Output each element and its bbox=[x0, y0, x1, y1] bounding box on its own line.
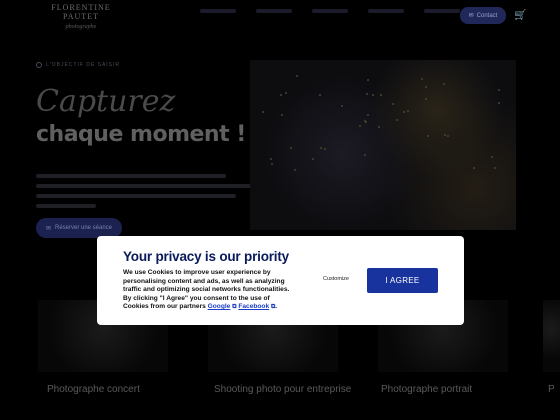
nav-item[interactable] bbox=[424, 9, 460, 13]
nav-item[interactable] bbox=[312, 9, 348, 13]
bokeh-light bbox=[312, 158, 315, 161]
bokeh-light bbox=[420, 77, 423, 80]
book-session-button[interactable]: ✉ Réserver une séance bbox=[36, 218, 122, 238]
bokeh-light bbox=[294, 168, 297, 171]
bokeh-light bbox=[379, 93, 382, 96]
mail-icon: ✉ bbox=[468, 13, 474, 19]
bokeh-light bbox=[320, 146, 323, 149]
bokeh-light bbox=[424, 98, 427, 101]
bokeh-light bbox=[367, 113, 370, 116]
bokeh-light bbox=[424, 85, 427, 88]
bokeh-light bbox=[285, 92, 288, 95]
bokeh-light bbox=[498, 102, 501, 105]
bokeh-light bbox=[270, 162, 273, 165]
bokeh-light bbox=[490, 156, 493, 159]
camera-icon bbox=[36, 62, 42, 68]
bokeh-light bbox=[367, 79, 370, 82]
logo-subtitle: photographe bbox=[65, 24, 97, 30]
bokeh-light bbox=[364, 153, 367, 156]
privacy-body: We use Cookies to improve user experienc… bbox=[123, 269, 293, 312]
bokeh-light bbox=[498, 88, 501, 91]
bokeh-light bbox=[270, 157, 273, 160]
privacy-dialog: Your privacy is our priority We use Cook… bbox=[97, 236, 464, 325]
bokeh-light bbox=[318, 93, 321, 96]
bokeh-light bbox=[289, 147, 292, 150]
contact-label: Contact bbox=[476, 12, 498, 19]
google-link[interactable]: Google bbox=[208, 303, 231, 310]
site-logo[interactable]: FLORENTINE PAUTET photographe bbox=[36, 3, 126, 30]
logo-name: FLORENTINE PAUTET bbox=[51, 3, 111, 21]
book-session-label: Réserver une séance bbox=[54, 225, 113, 231]
bokeh-light bbox=[377, 126, 380, 129]
bokeh-light bbox=[403, 111, 406, 114]
agree-button[interactable]: I AGREE bbox=[367, 268, 438, 293]
tile-image-partial[interactable] bbox=[543, 300, 560, 372]
eyebrow-text: L'OBJECTIF DE SAISIR bbox=[46, 62, 121, 68]
hero-script-title: Capturez bbox=[36, 84, 176, 119]
bokeh-light bbox=[447, 135, 450, 138]
cart-icon[interactable]: 🛒 bbox=[514, 10, 526, 21]
hero-paragraph bbox=[36, 174, 258, 214]
bokeh-light bbox=[363, 119, 366, 122]
external-link-icon: ⧉ bbox=[232, 304, 237, 311]
tile-label-enterprise[interactable]: Shooting photo pour entreprise bbox=[214, 384, 351, 395]
bokeh-light bbox=[365, 93, 368, 96]
bokeh-light bbox=[281, 114, 284, 117]
bokeh-light bbox=[359, 125, 361, 128]
tile-label-portrait[interactable]: Photographe portrait bbox=[381, 384, 472, 395]
main-nav bbox=[200, 9, 460, 13]
nav-item[interactable] bbox=[256, 9, 292, 13]
bokeh-light bbox=[295, 75, 298, 77]
nav-item[interactable] bbox=[368, 9, 404, 13]
bokeh-light bbox=[406, 110, 409, 113]
facebook-link[interactable]: Facebook bbox=[238, 303, 269, 310]
bokeh-light bbox=[323, 148, 326, 151]
customize-button[interactable]: Customize bbox=[323, 276, 349, 282]
bokeh-light bbox=[395, 118, 398, 121]
bokeh-light bbox=[372, 93, 375, 96]
page-background: FLORENTINE PAUTET photographe ✉ Contact … bbox=[0, 0, 560, 420]
bokeh-light bbox=[444, 134, 447, 137]
mail-icon: ✉ bbox=[45, 225, 51, 232]
hero-title: chaque moment ! bbox=[36, 122, 246, 147]
tile-label-partial[interactable]: P bbox=[548, 384, 555, 395]
privacy-body-suffix: . bbox=[275, 303, 278, 311]
privacy-title: Your privacy is our priority bbox=[123, 249, 289, 264]
tile-label-concert[interactable]: Photographe concert bbox=[47, 384, 140, 395]
contact-button[interactable]: ✉ Contact bbox=[460, 7, 506, 24]
bokeh-light bbox=[473, 166, 476, 169]
hero-photo bbox=[250, 60, 516, 230]
bokeh-light bbox=[427, 134, 430, 137]
bokeh-light bbox=[280, 94, 283, 97]
bokeh-light bbox=[494, 166, 497, 169]
nav-item[interactable] bbox=[200, 9, 236, 13]
bokeh-light bbox=[341, 105, 344, 107]
hero-eyebrow: L'OBJECTIF DE SAISIR bbox=[36, 62, 120, 68]
bokeh-light bbox=[392, 103, 395, 106]
bokeh-light bbox=[443, 83, 446, 86]
bokeh-light bbox=[262, 111, 265, 114]
